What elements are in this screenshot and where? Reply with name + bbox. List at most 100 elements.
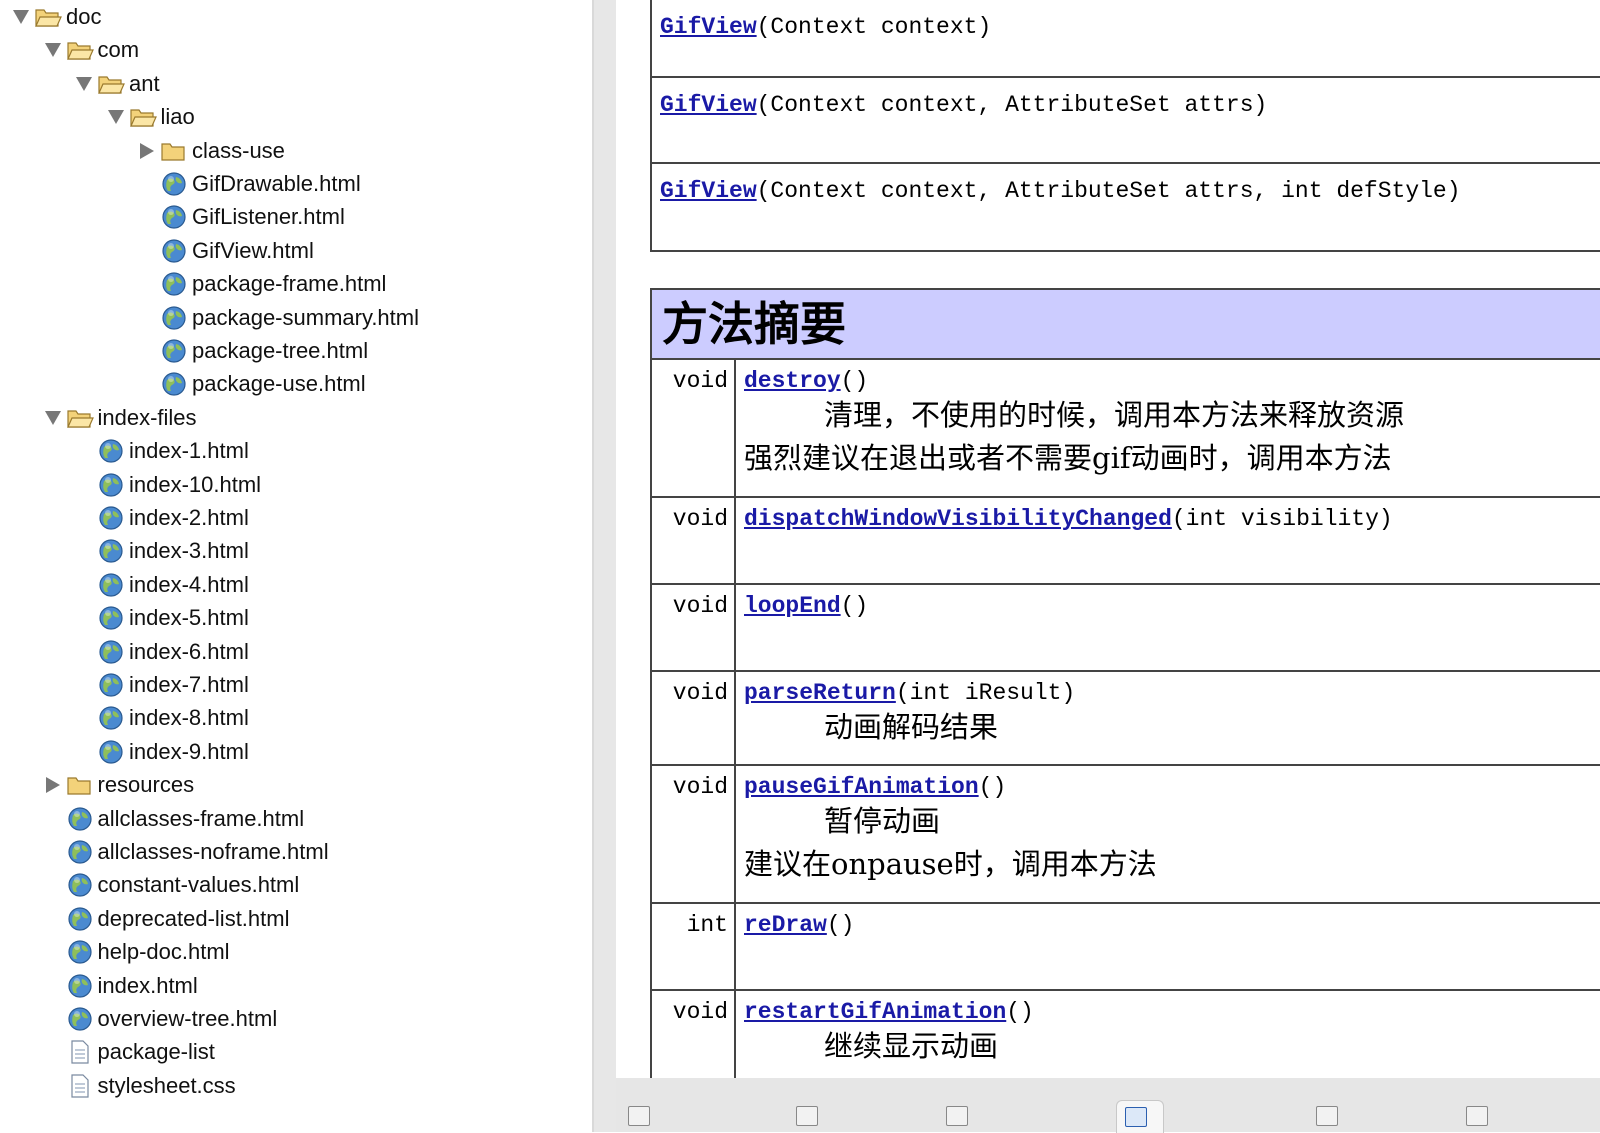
view-tab-icon xyxy=(628,1106,650,1126)
tree-item[interactable]: doc xyxy=(8,0,101,34)
tree-item-label: package-list xyxy=(97,1039,215,1065)
tree-item[interactable]: stylesheet.css xyxy=(40,1069,236,1103)
tree-item[interactable]: package-tree.html xyxy=(134,334,368,368)
method-signature: loopEnd() xyxy=(744,593,1600,619)
globe-icon xyxy=(97,672,125,698)
method-link-dispatch-window-visibility-changed[interactable]: dispatchWindowVisibilityChanged xyxy=(744,506,1172,532)
chevron-right-icon[interactable] xyxy=(134,142,160,159)
method-description: 暂停动画 xyxy=(824,804,941,838)
globe-icon xyxy=(97,472,125,498)
method-signature: reDraw() xyxy=(744,912,1600,938)
tree-item[interactable]: package-use.html xyxy=(134,367,366,401)
method-row: void dispatchWindowVisibilityChanged(int… xyxy=(650,496,1600,585)
tree-item[interactable]: com xyxy=(40,33,140,67)
globe-icon xyxy=(66,906,94,932)
tree-item[interactable]: index.html xyxy=(40,969,198,1003)
chevron-down-icon[interactable] xyxy=(40,410,66,425)
method-link-loop-end[interactable]: loopEnd xyxy=(744,593,841,619)
constructor-params: (Context context) xyxy=(756,14,992,40)
bottom-tab-active[interactable] xyxy=(1116,1100,1164,1133)
globe-icon xyxy=(97,605,125,631)
bottom-tab[interactable] xyxy=(796,1100,826,1132)
method-return-type-cell: void xyxy=(650,358,736,498)
tree-item[interactable]: constant-values.html xyxy=(40,868,299,902)
method-params: () xyxy=(1006,999,1034,1025)
method-link-pause-gif-animation[interactable]: pauseGifAnimation xyxy=(744,774,979,800)
tree-item[interactable]: GifView.html xyxy=(134,234,314,268)
tree-item[interactable]: index-8.html xyxy=(71,701,249,735)
tree-item[interactable]: GifListener.html xyxy=(134,200,345,234)
method-row: void parseReturn(int iResult) 动画解码结果 xyxy=(650,670,1600,766)
tree-item[interactable]: help-doc.html xyxy=(40,935,230,969)
globe-icon xyxy=(97,505,125,531)
constructor-link[interactable]: GifView xyxy=(660,178,757,204)
tree-item[interactable]: index-9.html xyxy=(71,735,249,769)
chevron-right-icon[interactable] xyxy=(40,777,66,794)
tree-item[interactable]: index-1.html xyxy=(71,434,249,468)
bottom-tab[interactable] xyxy=(1466,1100,1496,1132)
bottom-tab[interactable] xyxy=(1316,1100,1346,1132)
method-params: () xyxy=(826,912,855,938)
chevron-down-icon[interactable] xyxy=(71,76,97,91)
globe-icon xyxy=(66,1006,94,1032)
tree-item-label: allclasses-noframe.html xyxy=(97,839,329,864)
tree-item[interactable]: index-4.html xyxy=(71,568,249,602)
globe-icon xyxy=(160,271,188,297)
tree-item[interactable]: index-10.html xyxy=(71,468,261,502)
method-link-parse-return[interactable]: parseReturn xyxy=(744,680,896,706)
constructor-link[interactable]: GifView xyxy=(660,14,757,40)
view-tab-icon xyxy=(1466,1106,1488,1126)
chevron-down-icon[interactable] xyxy=(40,43,66,58)
constructor-link[interactable]: GifView xyxy=(660,92,757,118)
chevron-down-icon[interactable] xyxy=(103,110,129,125)
method-detail-cell: reDraw() xyxy=(734,902,1600,991)
tree-item[interactable]: overview-tree.html xyxy=(40,1002,277,1036)
method-detail-cell: parseReturn(int iResult) 动画解码结果 xyxy=(734,670,1600,766)
globe-icon xyxy=(97,438,125,464)
method-return-type: void xyxy=(672,506,728,532)
view-tab-icon xyxy=(1125,1107,1147,1127)
tree-item[interactable]: index-3.html xyxy=(71,534,249,568)
constructor-signature: GifView(Context context, AttributeSet at… xyxy=(660,92,1267,118)
tree-item[interactable]: package-frame.html xyxy=(134,267,386,301)
method-link-re-draw[interactable]: reDraw xyxy=(744,912,827,938)
method-description: 继续显示动画 xyxy=(824,1029,999,1063)
method-detail-cell: dispatchWindowVisibilityChanged(int visi… xyxy=(734,496,1600,585)
method-link-destroy[interactable]: destroy xyxy=(744,368,841,394)
tree-item-label: com xyxy=(97,37,140,63)
method-return-type-cell: void xyxy=(650,670,736,766)
tree-item[interactable]: index-5.html xyxy=(71,601,249,635)
tree-item-label: index-4.html xyxy=(129,571,249,597)
pane-divider[interactable] xyxy=(592,0,616,1132)
tree-item[interactable]: package-list xyxy=(40,1035,215,1069)
method-link-restart-gif-animation[interactable]: restartGifAnimation xyxy=(744,999,1006,1025)
tree-item-label: package-use.html xyxy=(192,371,366,397)
tree-item[interactable]: class-use xyxy=(134,134,285,168)
tree-item[interactable]: resources xyxy=(40,768,194,802)
constructor-signature: GifView(Context context, AttributeSet at… xyxy=(660,178,1461,204)
tree-item[interactable]: GifDrawable.html xyxy=(134,167,361,201)
tree-item-label: GifListener.html xyxy=(192,204,345,230)
method-row: int reDraw() xyxy=(650,902,1600,991)
tree-item[interactable]: deprecated-list.html xyxy=(40,902,289,936)
globe-icon xyxy=(160,204,188,230)
tree-item-label: index-10.html xyxy=(129,471,262,497)
method-summary-header-row: 方法摘要 xyxy=(650,288,1600,360)
chevron-down-icon[interactable] xyxy=(8,10,34,24)
tree-item[interactable]: index-2.html xyxy=(71,501,249,535)
tree-item[interactable]: liao xyxy=(103,100,195,134)
tree-item-label: index-9.html xyxy=(129,738,249,764)
tree-item[interactable]: package-summary.html xyxy=(134,301,419,335)
folder-icon xyxy=(66,37,94,63)
bottom-tab[interactable] xyxy=(628,1100,658,1132)
tree-item[interactable]: allclasses-frame.html xyxy=(40,802,304,836)
method-description: 建议在onpause时，调用本方法 xyxy=(744,847,1157,881)
tree-item[interactable]: ant xyxy=(71,67,160,101)
tree-item-label: stylesheet.css xyxy=(97,1072,236,1098)
bottom-tab[interactable] xyxy=(946,1100,976,1132)
tree-item[interactable]: allclasses-noframe.html xyxy=(40,835,329,869)
tree-item[interactable]: index-6.html xyxy=(71,635,249,669)
tree-item[interactable]: index-7.html xyxy=(71,668,249,702)
tree-item[interactable]: index-files xyxy=(40,401,197,435)
tree-item-label: index-2.html xyxy=(129,505,249,530)
